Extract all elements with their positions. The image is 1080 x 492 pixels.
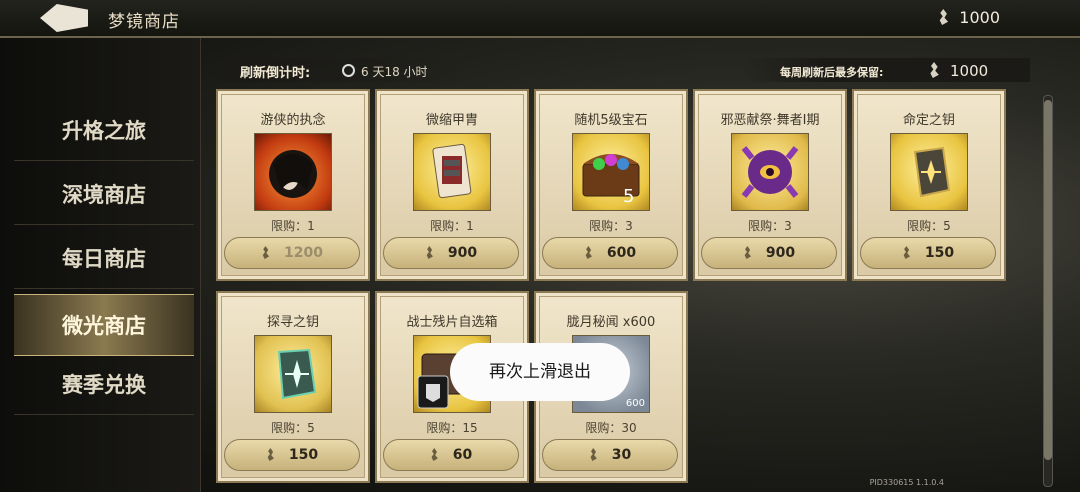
shop-item-card[interactable]: 探寻之钥 限购：5 150 <box>216 291 370 483</box>
price: 900 <box>447 245 478 261</box>
purchase-limit: 限购：5 <box>271 421 315 435</box>
buy-button[interactable]: 600 <box>542 237 678 269</box>
shop-item-card[interactable]: 微缩甲胄 限购：1 900 <box>375 89 529 281</box>
destiny-key-art <box>913 146 951 198</box>
purchase-limit: 限购：3 <box>589 219 633 233</box>
evil-eye-icon <box>731 133 809 211</box>
shop-sidebar: 升格之旅 深境商店 每日商店 微光商店 赛季兑换 <box>0 38 201 492</box>
shop-item-card[interactable]: 游侠的执念 限购：1 1200 <box>216 89 370 281</box>
purchase-limit: 限购：3 <box>748 219 792 233</box>
weekly-cap-label: 每周刷新后最多保留: <box>780 66 884 79</box>
price: 30 <box>611 447 632 463</box>
purchase-limit: 限购：1 <box>430 219 474 233</box>
buy-button[interactable]: 60 <box>383 439 519 471</box>
glimmer-currency-icon <box>903 246 910 259</box>
ranger-portrait-art <box>269 150 317 198</box>
version-label: PID330615 1.1.0.4 <box>869 478 944 487</box>
shop-item-card[interactable]: 邪恶献祭·舞者I期 限购：3 900 <box>693 89 847 281</box>
sidebar-item-label: 每日商店 <box>62 246 146 271</box>
buy-button[interactable]: 150 <box>224 439 360 471</box>
glimmer-currency-icon <box>267 448 274 461</box>
buy-button[interactable]: 30 <box>542 439 678 471</box>
swipe-exit-toast: 再次上滑退出 <box>450 343 630 401</box>
glimmer-currency-icon <box>930 62 939 78</box>
glimmer-currency-icon <box>262 246 270 259</box>
shop-item-card[interactable]: 命定之钥 限购：5 150 <box>852 89 1006 281</box>
sidebar-item-label: 升格之旅 <box>62 118 146 143</box>
glimmer-currency-icon <box>426 246 433 259</box>
gem-chest-icon: 5 <box>572 133 650 211</box>
sidebar-item-label: 深境商店 <box>62 182 146 207</box>
destiny-key-icon <box>890 133 968 211</box>
weekly-cap: 每周刷新后最多保留: 1000 <box>740 58 1030 82</box>
refresh-countdown: 刷新倒计时: 6 天18 小时 <box>218 58 468 82</box>
price: 150 <box>924 245 955 261</box>
top-bar: 梦镜商店 1000 <box>0 0 1080 38</box>
price: 150 <box>288 447 319 463</box>
price: 60 <box>452 447 473 463</box>
scrollbar-thumb[interactable] <box>1044 100 1052 460</box>
shop-item-card[interactable]: 随机5级宝石 5 限购：3 600 <box>534 89 688 281</box>
refresh-value-wrap: 6 天18 小时 <box>342 63 428 80</box>
item-list-scrollbar[interactable] <box>1043 95 1053 487</box>
back-arrow-icon[interactable] <box>40 4 88 32</box>
weekly-cap-value-wrap: 1000 <box>928 62 988 80</box>
ranger-portrait-icon <box>254 133 332 211</box>
glimmer-currency-icon <box>585 246 592 259</box>
price: 1200 <box>284 245 323 261</box>
item-name: 探寻之钥 <box>266 315 319 330</box>
purchase-limit: 限购：5 <box>907 219 951 233</box>
price: 900 <box>765 245 796 261</box>
item-name: 胧月秘闻 x600 <box>566 315 656 330</box>
item-name: 战士残片自选箱 <box>406 315 498 330</box>
refresh-label: 刷新倒计时: <box>240 66 311 81</box>
evil-eye-art <box>741 146 799 198</box>
sidebar-item-label: 赛季兑换 <box>62 372 146 397</box>
sidebar-item-abyss-shop[interactable]: 深境商店 <box>14 164 194 225</box>
buy-button[interactable]: 900 <box>701 237 837 269</box>
glimmer-currency-icon <box>744 246 751 259</box>
buy-button[interactable]: 1200 <box>224 237 360 269</box>
purchase-limit: 限购：15 <box>426 421 478 435</box>
armor-art <box>432 143 472 199</box>
refresh-value: 6 天18 小时 <box>361 65 428 79</box>
armor-card-icon <box>413 133 491 211</box>
item-name: 微缩甲胄 <box>425 113 478 128</box>
purchase-limit: 限购：30 <box>585 421 637 435</box>
currency-display: 1000 <box>937 8 1000 27</box>
clock-icon <box>342 64 355 77</box>
sidebar-item-daily-shop[interactable]: 每日商店 <box>14 228 194 289</box>
item-count-badge: 600 <box>625 398 645 409</box>
svg-text:5: 5 <box>623 186 634 207</box>
item-name: 邪恶献祭·舞者I期 <box>720 113 820 128</box>
currency-amount: 1000 <box>959 8 1000 27</box>
glimmer-currency-icon <box>939 9 949 25</box>
buy-button[interactable]: 900 <box>383 237 519 269</box>
seeker-key-icon <box>254 335 332 413</box>
sidebar-item-ascension[interactable]: 升格之旅 <box>14 100 194 161</box>
sidebar-item-season-exchange[interactable]: 赛季兑换 <box>14 354 194 415</box>
item-name: 游侠的执念 <box>260 113 326 128</box>
buy-button[interactable]: 150 <box>860 237 996 269</box>
purchase-limit: 限购：1 <box>271 219 315 233</box>
glimmer-currency-icon <box>431 448 438 461</box>
item-name: 命定之钥 <box>902 113 955 128</box>
sidebar-item-label: 微光商店 <box>62 313 146 338</box>
price: 600 <box>606 245 637 261</box>
weekly-cap-value: 1000 <box>950 62 989 80</box>
glimmer-currency-icon <box>590 448 597 461</box>
page-title: 梦镜商店 <box>108 12 180 32</box>
gem-chest-art: 5 <box>582 154 640 207</box>
seeker-key-art <box>277 348 317 400</box>
sidebar-item-glimmer-shop[interactable]: 微光商店 <box>14 294 194 356</box>
item-name: 随机5级宝石 <box>574 113 648 128</box>
